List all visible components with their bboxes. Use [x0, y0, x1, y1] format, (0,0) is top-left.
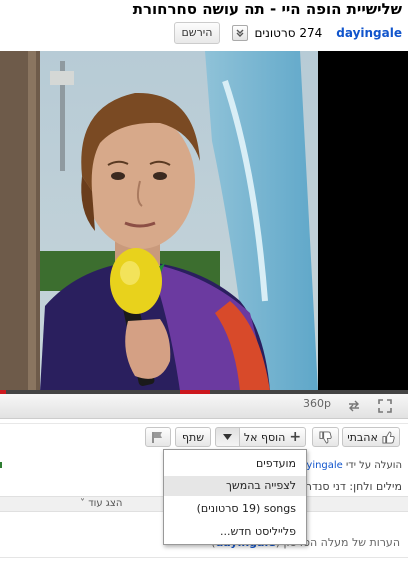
menu-item-favorites[interactable]: מועדפים	[164, 454, 306, 474]
lyrics-line: מילים ולחן: דני סנדר	[305, 480, 402, 493]
share-button[interactable]: שתף	[175, 427, 211, 447]
channel-name[interactable]: dayingale	[336, 26, 402, 40]
chevron-down-icon: ˅	[80, 498, 85, 509]
add-to-label: הוסף אל	[243, 430, 286, 444]
flag-icon	[152, 432, 162, 443]
like-label: אהבתי	[347, 430, 378, 444]
menu-item-playlist-songs[interactable]: songs (19 סרטונים)	[164, 499, 306, 519]
channel-row: dayingale 274 סרטונים הירשם	[173, 22, 402, 44]
video-count: 274 סרטונים	[254, 26, 323, 40]
dislike-button[interactable]	[312, 427, 339, 447]
fullscreen-icon[interactable]	[374, 395, 396, 417]
video-frame	[0, 51, 408, 391]
like-button[interactable]: אהבתי	[342, 427, 400, 447]
player-controls	[0, 394, 408, 419]
uploaded-by-prefix: הועלה על ידי	[346, 460, 402, 471]
quality-selector[interactable]: 360p	[303, 397, 331, 410]
double-chevron-down-icon	[236, 29, 244, 37]
subscribe-button[interactable]: הירשם	[173, 22, 221, 44]
uploaded-by-line: הועלה על ידי dayingale	[294, 460, 402, 471]
add-to-menu: מועדפים לצפייה בהמשך songs (19 סרטונים) …	[163, 449, 307, 545]
thumbs-down-icon	[319, 430, 332, 444]
menu-item-new-playlist[interactable]: פלייליסט חדש...	[164, 522, 306, 542]
thumbs-up-icon	[382, 430, 395, 444]
show-more-text: הצג עוד	[88, 498, 123, 509]
video-title: שלישיית הופה היי - תה עושה סחרחורת	[132, 0, 402, 18]
add-to-button[interactable]: הוסף אל +	[239, 427, 306, 447]
channel-expand-button[interactable]	[232, 25, 249, 41]
add-to-dropdown-toggle[interactable]	[215, 427, 240, 447]
bottom-divider	[0, 557, 408, 558]
expand-player-icon[interactable]	[343, 395, 365, 417]
video-player[interactable]	[0, 51, 408, 391]
show-more-label: הצג עוד ˅	[80, 497, 122, 511]
menu-item-watch-later[interactable]: לצפייה בהמשך	[164, 476, 306, 496]
plus-icon: +	[289, 429, 302, 445]
divider	[0, 423, 408, 424]
caret-down-icon	[223, 434, 232, 440]
flag-button[interactable]	[145, 427, 171, 447]
left-edge-mark	[0, 462, 2, 468]
